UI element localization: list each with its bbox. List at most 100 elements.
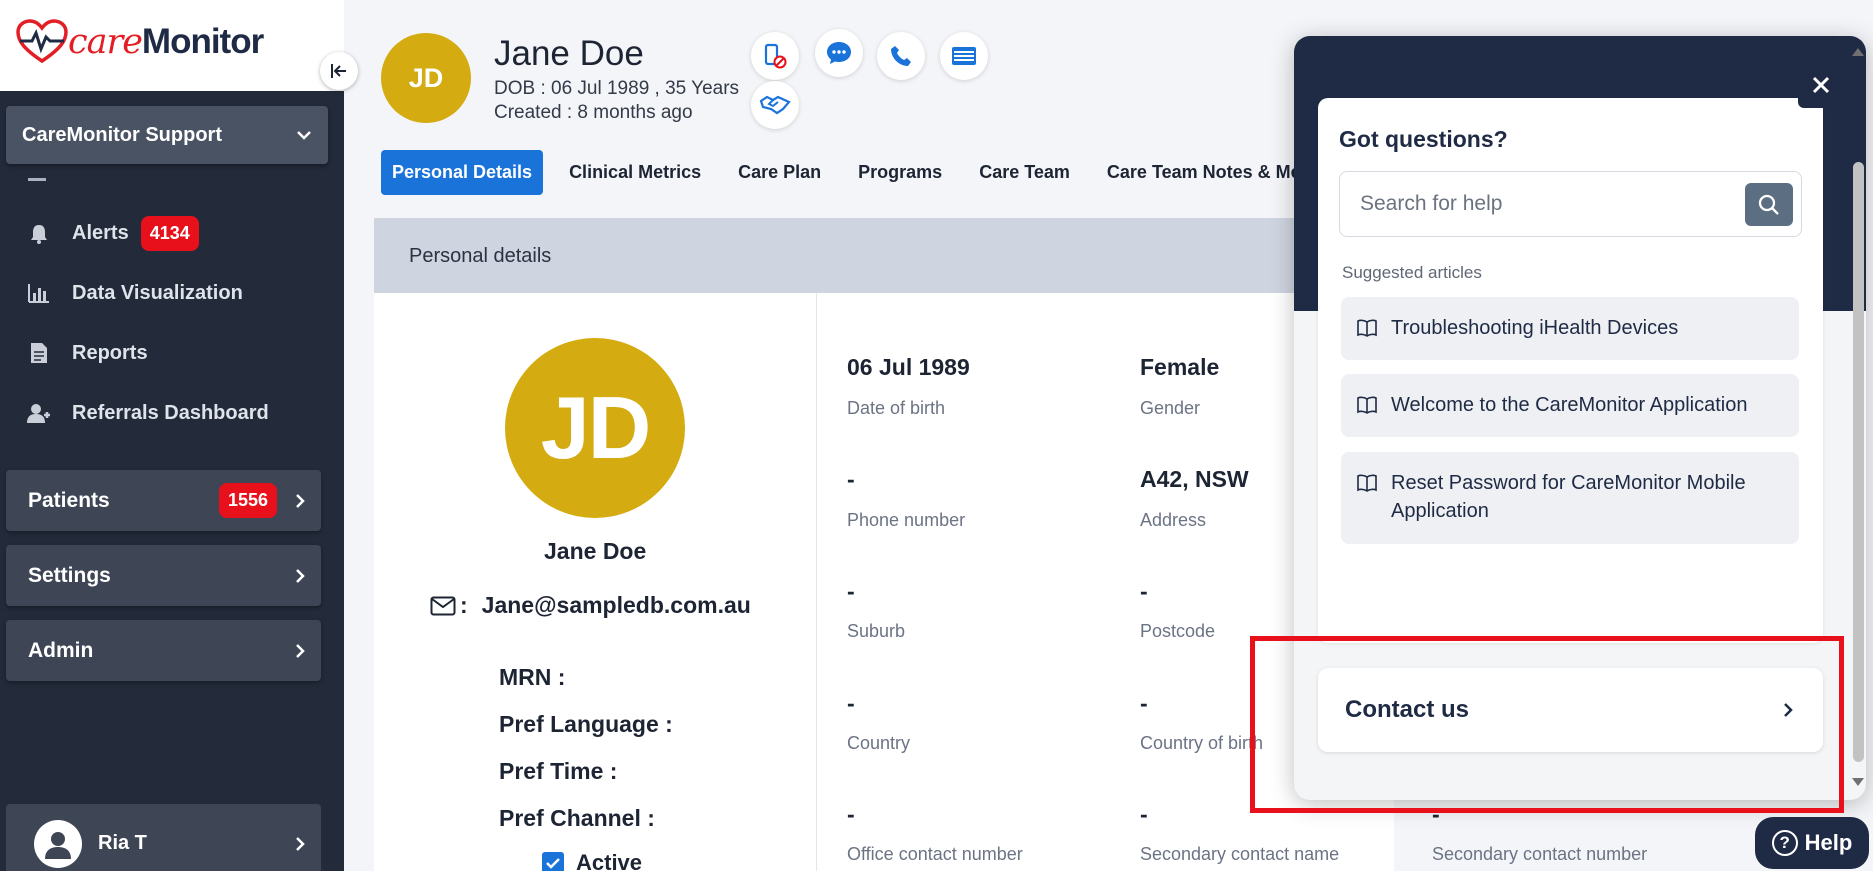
help-launcher-button[interactable]: ? Help xyxy=(1755,817,1869,869)
sidebar-group-label: Patients xyxy=(28,488,110,512)
help-button-label: Help xyxy=(1804,830,1853,855)
collapse-left-icon xyxy=(331,64,346,78)
question-icon: ? xyxy=(1771,830,1798,856)
chevron-right-icon xyxy=(296,837,305,851)
logo-monitor-text: Monitor xyxy=(141,22,264,61)
sidebar-item-alerts[interactable]: Alerts 4134 xyxy=(26,216,199,251)
sidebar-group-label: Settings xyxy=(28,563,111,587)
patient-email-row: : Jane@sampledb.com.au xyxy=(430,592,751,619)
secondary-contact-name-label: Secondary contact name xyxy=(1140,844,1340,864)
pref-time-label: Pref Time : xyxy=(499,758,618,784)
scroll-up-arrow[interactable] xyxy=(1852,48,1864,56)
suggested-articles-label: Suggested articles xyxy=(1342,263,1482,282)
section-header: Personal details xyxy=(374,218,1394,293)
help-close-button[interactable] xyxy=(1798,62,1844,108)
tab-programs[interactable]: Programs xyxy=(847,150,953,195)
gender-label: Gender xyxy=(1140,398,1201,418)
id-card-icon xyxy=(952,47,976,65)
article-title: Welcome to the CareMonitor Application xyxy=(1391,394,1748,416)
help-search-button[interactable] xyxy=(1745,183,1793,226)
dob-value: 06 Jul 1989 xyxy=(847,354,970,380)
tab-care-plan[interactable]: Care Plan xyxy=(727,150,832,195)
logo-bar: careMonitor xyxy=(0,0,344,91)
nav-item-partial xyxy=(28,166,48,182)
chat-button[interactable] xyxy=(815,29,863,77)
tab-personal-details[interactable]: Personal Details xyxy=(381,150,544,195)
patient-email[interactable]: Jane@sampledb.com.au xyxy=(482,592,751,619)
sidebar-item-data-visualization[interactable]: Data Visualization xyxy=(26,280,243,306)
alerts-count-badge: 4134 xyxy=(140,216,199,251)
bar-chart-icon xyxy=(26,280,52,306)
check-icon xyxy=(546,858,560,869)
country-of-birth-label: Country of birth xyxy=(1140,733,1264,753)
suburb-value: - xyxy=(847,578,855,604)
tab-care-team[interactable]: Care Team xyxy=(968,150,1081,195)
sidebar-item-reports[interactable]: Reports xyxy=(26,340,148,366)
active-checkbox-row[interactable]: Active xyxy=(542,850,642,871)
book-icon xyxy=(1357,319,1377,337)
card-button[interactable] xyxy=(940,32,988,80)
bell-icon xyxy=(26,221,52,247)
book-icon xyxy=(1357,396,1377,414)
phone-value: - xyxy=(847,466,855,492)
pref-language-label: Pref Language : xyxy=(499,711,673,737)
handshake-icon xyxy=(759,95,791,115)
sidebar-item-referrals-dashboard[interactable]: Referrals Dashboard xyxy=(26,400,269,426)
help-search-placeholder: Search for help xyxy=(1360,192,1503,215)
chevron-right-icon xyxy=(296,643,305,658)
column-divider xyxy=(816,293,817,871)
avatar xyxy=(34,820,82,868)
patient-avatar: JD xyxy=(381,33,471,123)
call-button[interactable] xyxy=(877,32,925,80)
patient-name: Jane Doe xyxy=(494,34,644,73)
article-item[interactable]: Welcome to the CareMonitor Application xyxy=(1341,374,1799,437)
collapse-sidebar-button[interactable] xyxy=(320,52,358,90)
handshake-button[interactable] xyxy=(751,81,799,129)
patient-tabs: Personal Details Clinical Metrics Care P… xyxy=(381,150,1357,195)
sidebar-item-label: Reports xyxy=(72,341,148,364)
book-icon xyxy=(1357,474,1377,492)
sidebar-group-admin[interactable]: Admin xyxy=(6,620,321,681)
sidebar-group-patients[interactable]: Patients 1556 xyxy=(6,470,321,531)
address-value: A42, NSW xyxy=(1140,466,1249,492)
chat-bubble-icon xyxy=(827,42,851,64)
user-name: Ria T xyxy=(98,832,147,854)
checkbox[interactable] xyxy=(542,852,564,871)
sidebar-item-label: Referrals Dashboard xyxy=(72,401,269,424)
office-contact-label: Office contact number xyxy=(847,844,1023,864)
suburb-label: Suburb xyxy=(847,621,906,641)
dob-label: Date of birth xyxy=(847,398,946,418)
phone-icon xyxy=(891,46,911,66)
gender-value: Female xyxy=(1140,354,1220,380)
postcode-value: - xyxy=(1140,578,1148,604)
article-title: Reset Password for CareMonitor Mobile Ap… xyxy=(1391,472,1746,522)
user-profile-row[interactable]: Ria T xyxy=(6,804,321,871)
help-search-input[interactable]: Search for help xyxy=(1339,171,1802,237)
chevron-down-icon xyxy=(297,131,311,140)
phone-blocked-icon xyxy=(764,43,787,69)
logo-care-text: care xyxy=(68,22,143,62)
sidebar-group-settings[interactable]: Settings xyxy=(6,545,321,606)
scroll-thumb[interactable] xyxy=(1853,162,1864,762)
sidebar-group-label: Admin xyxy=(28,638,94,662)
device-blocked-button[interactable] xyxy=(751,32,799,80)
close-icon xyxy=(1812,76,1830,94)
app-logo[interactable]: careMonitor xyxy=(16,18,264,66)
article-item[interactable]: Reset Password for CareMonitor Mobile Ap… xyxy=(1341,452,1799,544)
user-plus-icon xyxy=(26,400,52,426)
envelope-icon xyxy=(430,596,456,615)
address-label: Address xyxy=(1140,510,1207,530)
active-label: Active xyxy=(576,850,643,871)
heart-pulse-icon xyxy=(16,19,68,64)
patient-created: Created : 8 months ago xyxy=(494,102,693,123)
tab-clinical-metrics[interactable]: Clinical Metrics xyxy=(558,150,712,195)
sidebar-item-label: Alerts xyxy=(72,222,129,244)
search-icon xyxy=(1758,194,1779,215)
help-title: Got questions? xyxy=(1339,126,1508,152)
office-contact-value: - xyxy=(847,801,855,827)
organization-select[interactable]: CareMonitor Support xyxy=(6,106,328,164)
scroll-down-arrow[interactable] xyxy=(1852,778,1864,786)
chevron-right-icon xyxy=(296,568,305,583)
article-item[interactable]: Troubleshooting iHealth Devices xyxy=(1341,297,1799,360)
organization-name: CareMonitor Support xyxy=(22,123,222,146)
